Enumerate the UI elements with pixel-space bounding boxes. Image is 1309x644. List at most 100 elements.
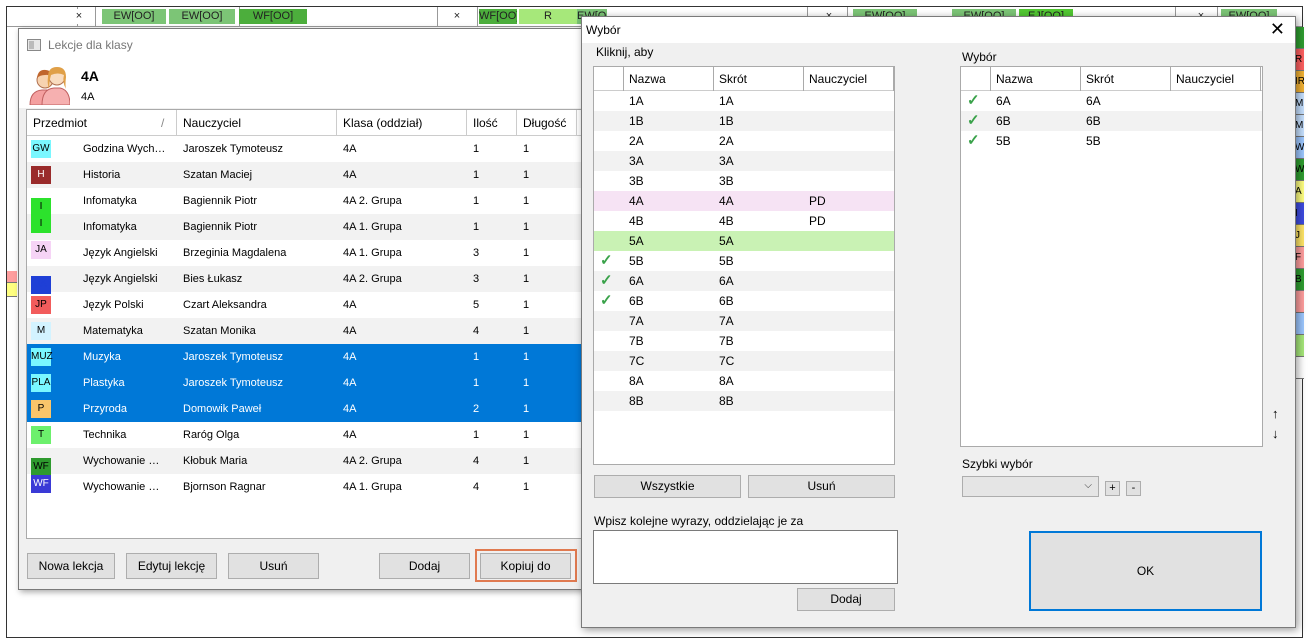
class-name: 3A — [629, 154, 644, 168]
class-list-item[interactable]: 4A 4A PD — [594, 191, 894, 211]
add-quick-select-button[interactable]: + — [1105, 481, 1120, 496]
lesson-class: 4A — [343, 403, 357, 415]
column-header-short[interactable]: Skrót — [1081, 67, 1171, 91]
lesson-row[interactable]: WF Wychowanie … Kłobuk Maria 4A 2. Grupa 4 1 — [27, 448, 588, 476]
copy-to-highlight-box — [475, 549, 577, 582]
checkmark-icon: ✓ — [967, 132, 980, 149]
checkmark-icon — [594, 351, 624, 371]
class-name: 7C — [629, 354, 645, 368]
class-list-item[interactable]: ✓ 5B 5B — [594, 251, 894, 271]
remove-quick-select-button[interactable]: - — [1126, 481, 1141, 496]
lesson-subject: Historia — [83, 169, 121, 181]
column-header-name[interactable]: Nazwa — [624, 67, 714, 91]
column-header-class[interactable]: Klasa (oddział) — [337, 110, 467, 136]
lesson-row[interactable]: GW Godzina Wych… Jaroszek Tymoteusz 4A 1 1 — [27, 136, 588, 162]
edit-lesson-button[interactable]: Edytuj lekcję — [126, 553, 217, 579]
remove-selection-button[interactable]: Usuń — [748, 475, 895, 498]
move-down-arrow-icon[interactable]: ↓ — [1272, 426, 1279, 441]
lesson-teacher: Jaroszek Tymoteusz — [183, 377, 284, 389]
class-list-item[interactable]: 3A 3A — [594, 151, 894, 171]
lesson-row[interactable]: M Matematyka Szatan Monika 4A 4 1 — [27, 318, 588, 344]
lesson-length: 1 — [523, 143, 530, 155]
class-name: 8B — [629, 394, 644, 408]
lesson-count: 4 — [473, 455, 480, 467]
lesson-class: 4A 1. Grupa — [343, 221, 402, 233]
selected-classes-list: Nazwa Skrót Nauczyciel ✓ 6A 6A ✓ 6B 6B ✓ 5B 5B — [960, 66, 1263, 447]
lesson-row[interactable]: T Technika Raróg Olga 4A 1 1 — [27, 422, 588, 448]
lesson-row[interactable]: PLA Plastyka Jaroszek Tymoteusz 4A 1 1 — [27, 370, 588, 396]
class-list-item[interactable]: 3B 3B — [594, 171, 894, 191]
lesson-row[interactable]: JP Język Polski Czart Aleksandra 4A 5 1 — [27, 292, 588, 318]
add-words-button[interactable]: Dodaj — [797, 588, 895, 611]
select-titlebar[interactable]: Wybór ✕ — [582, 17, 1295, 43]
new-lesson-button[interactable]: Nowa lekcja — [27, 553, 115, 579]
class-list-item[interactable]: ✓ 5B 5B — [961, 131, 1262, 151]
select-all-button[interactable]: Wszystkie — [594, 475, 741, 498]
class-list-item[interactable]: 7B 7B — [594, 331, 894, 351]
lesson-row[interactable]: I Infomatyka Bagiennik Piotr 4A 1. Grupa 1 1 — [27, 214, 588, 240]
lesson-row[interactable]: JA Język Angielski Bies Łukasz 4A 2. Grupa 3… — [27, 266, 588, 294]
lesson-teacher: Jaroszek Tymoteusz — [183, 143, 284, 155]
lesson-length: 1 — [523, 351, 530, 363]
class-list-item[interactable]: 5A 5A — [594, 231, 894, 251]
lesson-row[interactable]: JA Język Angielski Brzeginia Magdalena 4A 1… — [27, 240, 588, 266]
subject-badge-cell: PLA — [27, 370, 77, 396]
lesson-teacher: Kłobuk Maria — [183, 455, 248, 467]
subject-color-badge: M — [31, 322, 51, 340]
lesson-count: 4 — [473, 481, 480, 493]
column-header-name[interactable]: Nazwa — [991, 67, 1081, 91]
select-window-title: Wybór — [586, 23, 621, 37]
class-teacher — [804, 91, 894, 111]
lesson-row[interactable]: P Przyroda Domowik Paweł 4A 2 1 — [27, 396, 588, 422]
words-input[interactable] — [593, 530, 898, 584]
class-list-item[interactable]: 7C 7C — [594, 351, 894, 371]
timetable-gridline — [437, 7, 438, 27]
class-list-item[interactable]: 8B 8B — [594, 391, 894, 411]
lesson-row[interactable]: MUZ Muzyka Jaroszek Tymoteusz 4A 1 1 — [27, 344, 588, 370]
remove-lesson-button[interactable]: Usuń — [228, 553, 319, 579]
class-list-item[interactable]: 4B 4B PD — [594, 211, 894, 231]
close-icon[interactable]: ✕ — [1270, 19, 1285, 39]
column-header-count[interactable]: Ilość — [467, 110, 517, 136]
subject-badge-cell: H — [27, 162, 77, 188]
class-short: 2A — [719, 134, 734, 148]
column-header-teacher[interactable]: Nauczyciel — [1171, 67, 1261, 91]
class-teacher — [1171, 111, 1261, 131]
column-header-short[interactable]: Skrót — [714, 67, 804, 91]
column-header-length[interactable]: Długość — [517, 110, 577, 136]
class-list-item[interactable]: ✓ 6B 6B — [961, 111, 1262, 131]
class-list-item[interactable]: 8A 8A — [594, 371, 894, 391]
class-list-item[interactable]: 2A 2A — [594, 131, 894, 151]
timetable-right-cell — [1295, 357, 1304, 379]
class-list-item[interactable]: 1A 1A — [594, 91, 894, 111]
lesson-teacher: Bagiennik Piotr — [183, 221, 257, 233]
column-header-teacher[interactable]: Nauczyciel — [177, 110, 337, 136]
checkmark-icon — [594, 131, 624, 151]
quick-select-dropdown[interactable]: ⌵ — [962, 476, 1099, 497]
checkmark-icon — [594, 371, 624, 391]
class-list-item[interactable]: ✓ 6A 6A — [594, 271, 894, 291]
move-up-arrow-icon[interactable]: ↑ — [1272, 406, 1279, 421]
lesson-row[interactable]: H Historia Szatan Maciej 4A 1 1 — [27, 162, 588, 188]
lesson-subject: Plastyka — [83, 377, 125, 389]
class-teacher — [804, 351, 894, 371]
class-list-item[interactable]: ✓ 6B 6B — [594, 291, 894, 311]
subject-color-badge: I — [31, 215, 51, 233]
timetable-cell: EW[OO] — [169, 9, 235, 24]
class-name: 4B — [629, 214, 644, 228]
lesson-row[interactable]: WF Wychowanie … Bjornson Ragnar 4A 1. Grupa… — [27, 474, 588, 500]
lessons-titlebar[interactable]: Lekcje dla klasy — [19, 29, 587, 60]
lesson-teacher: Bjornson Ragnar — [183, 481, 266, 493]
available-list-body: 1A 1A 1B 1B 2A 2A 3A 3A 3B 3B 4A 4A PD 4B 4B PD 5A 5A ✓ 5B 5… — [594, 91, 894, 411]
add-lesson-button[interactable]: Dodaj — [379, 553, 470, 579]
class-list-item[interactable]: ✓ 6A 6A — [961, 91, 1262, 111]
column-header-teacher[interactable]: Nauczyciel — [804, 67, 894, 91]
lesson-row[interactable]: I Infomatyka Bagiennik Piotr 4A 2. Grupa 1 1 — [27, 188, 588, 216]
class-list-item[interactable]: 7A 7A — [594, 311, 894, 331]
lesson-length: 1 — [523, 195, 530, 207]
class-list-item[interactable]: 1B 1B — [594, 111, 894, 131]
checkmark-icon — [594, 231, 624, 251]
ok-button[interactable]: OK — [1029, 531, 1262, 611]
class-teacher — [804, 171, 894, 191]
column-header-subject[interactable]: Przedmiot / — [27, 110, 177, 136]
